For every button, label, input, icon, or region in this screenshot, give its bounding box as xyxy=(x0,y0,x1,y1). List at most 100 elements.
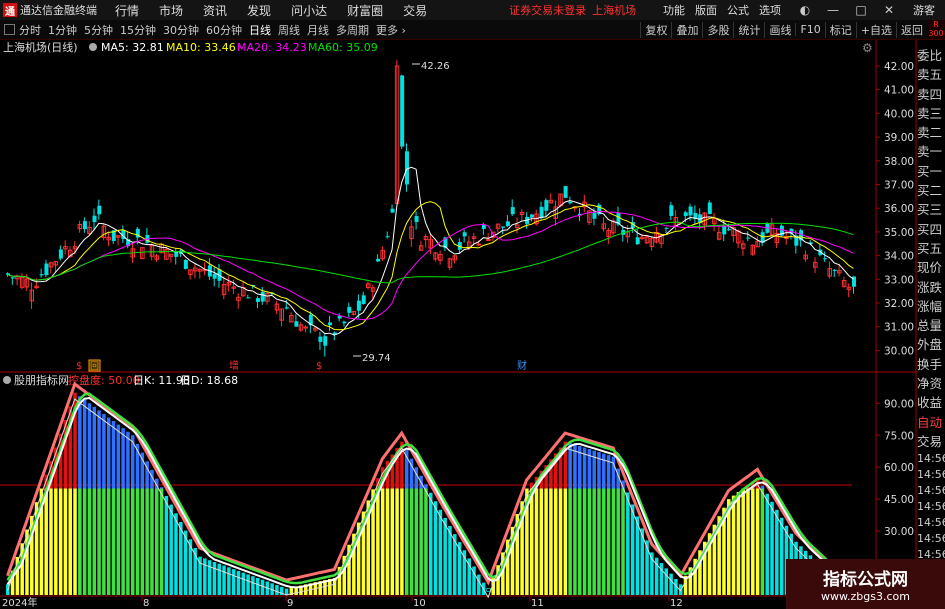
price-axis: 42.00 41.00 40.00 39.00 38.00 37.00 36.00 35.00… xyxy=(876,61,914,357)
date-label-sep: 9 xyxy=(287,598,293,609)
indicator-bar-lower xyxy=(390,488,395,595)
quote-field-9: 买四 xyxy=(917,221,943,237)
indicator-bar xyxy=(260,579,265,595)
indicator-bar xyxy=(775,509,779,595)
candle-body xyxy=(400,75,405,147)
quote-field-15: 外盘 xyxy=(917,337,943,353)
indicator-bar xyxy=(438,509,443,595)
indicator-bar xyxy=(630,504,635,595)
quote-field-7: 买二 xyxy=(917,183,943,199)
kline-chart[interactable]: 上海机场(日线) MA5: 32.81 MA10: 33.46 MA20: 34… xyxy=(0,0,945,609)
indicator-bar-lower xyxy=(140,488,145,595)
price-tick: 34.00 xyxy=(884,251,914,263)
indicator-bar-lower xyxy=(582,488,587,595)
indicator-bar-lower xyxy=(597,488,601,595)
indicator-bar-lower xyxy=(424,488,428,595)
event-marker-dividend[interactable]: $ xyxy=(76,361,82,372)
chart-settings-icon[interactable]: ⚙ xyxy=(862,41,873,55)
event-marker-increase[interactable]: 增 xyxy=(229,359,239,372)
quote-field-0: 委比 xyxy=(917,48,943,63)
candle-body xyxy=(746,237,751,239)
quote-field-5: 卖一 xyxy=(917,144,943,160)
indicator-bar-lower xyxy=(553,488,558,595)
indicator-bar xyxy=(174,513,178,595)
price-tick: 38.00 xyxy=(884,156,914,168)
candle-body xyxy=(707,202,712,214)
quote-field-17: 净资 xyxy=(917,376,943,392)
indicator-bar xyxy=(164,495,169,595)
indicator-bar xyxy=(765,493,769,595)
indicator-bar-upper xyxy=(82,399,87,489)
indicator-bar-lower xyxy=(587,488,592,595)
indicator-bar-lower xyxy=(155,488,159,595)
quote-field-13: 涨幅 xyxy=(917,298,943,314)
indicator-axis: 90.0075.0060.0045.0030.0015.00 xyxy=(876,398,914,570)
indicator-bar-lower xyxy=(44,488,48,595)
indicator-bar-lower xyxy=(135,488,140,595)
candle-body xyxy=(635,237,640,245)
candle-body xyxy=(246,297,251,299)
indicator-tick: 30.00 xyxy=(884,526,914,538)
indicator-bar-upper xyxy=(78,396,82,489)
indicator-bar xyxy=(169,504,173,595)
candle-body xyxy=(539,206,544,219)
indicator-bar-upper xyxy=(606,455,611,489)
indicator-bar-lower xyxy=(376,488,380,595)
indicator-bar-lower xyxy=(751,488,755,595)
indicator-bar-lower xyxy=(159,488,164,595)
candle-body xyxy=(303,326,309,329)
ma-settings-icon[interactable] xyxy=(89,43,97,51)
indicator-bar xyxy=(217,563,221,595)
indicator-bar-lower xyxy=(63,488,68,595)
candle-body xyxy=(390,208,395,213)
quote-field-12: 涨跌 xyxy=(917,279,943,295)
indicator-bar-lower xyxy=(106,488,111,595)
candle-body xyxy=(323,336,328,346)
indicator-bar xyxy=(255,577,260,595)
indicator-control-label: 控盘度: 50.00 xyxy=(68,373,140,387)
indicator-bar xyxy=(179,521,183,595)
indicator-tick: 60.00 xyxy=(884,462,914,474)
indicator-bar-lower xyxy=(73,488,77,595)
indicator-bar xyxy=(770,501,774,595)
quote-field-11: 现价 xyxy=(917,260,943,276)
candle-body xyxy=(10,277,15,279)
quote-field-4: 卖二 xyxy=(917,125,943,141)
date-label-2024: 2024年 xyxy=(2,596,37,609)
indicator-bar-lower xyxy=(116,488,121,595)
watermark-url: www.zbgs3.com xyxy=(821,590,910,603)
indicator-bar-upper xyxy=(611,456,616,489)
indicator-bar-upper xyxy=(97,410,101,489)
indicator-bar xyxy=(246,574,250,595)
indicator-bar-lower xyxy=(568,488,572,595)
indicator-bar xyxy=(736,492,741,595)
ma20-line xyxy=(7,210,854,321)
candle-body xyxy=(529,214,534,218)
candle-body xyxy=(356,300,361,311)
event-marker-finance[interactable]: 财 xyxy=(517,359,527,372)
indicator-bar-lower xyxy=(534,488,539,595)
tick-time-3: 14:56 xyxy=(917,500,945,514)
indicator-bar-small xyxy=(486,588,491,592)
candle-body xyxy=(342,321,347,324)
indicator-bar-lower xyxy=(121,488,125,595)
ma60-label: MA60: 35.09 xyxy=(308,41,378,54)
quote-tab-1[interactable]: 交易 xyxy=(917,432,945,451)
candle-body xyxy=(212,273,217,279)
indicator-bar-lower xyxy=(760,488,765,595)
price-tick: 32.00 xyxy=(884,298,914,310)
indicator-bar-lower xyxy=(755,488,760,595)
event-marker-buyback: 回 xyxy=(90,361,99,372)
indicator-settings-icon[interactable] xyxy=(3,376,11,384)
indicator-bar xyxy=(429,492,433,595)
date-label-dec: 12 xyxy=(670,598,683,609)
event-marker-dividend-2[interactable]: $ xyxy=(316,361,322,372)
candle-body xyxy=(183,259,188,269)
indicator-bar-lower xyxy=(87,488,92,595)
indicator-bar-upper xyxy=(414,467,419,489)
indicator-bar-lower xyxy=(92,488,97,595)
quote-field-8: 买三 xyxy=(917,202,943,218)
quote-tab-0[interactable]: 自动 xyxy=(917,413,945,432)
price-tick: 35.00 xyxy=(884,227,914,239)
indicator-bar xyxy=(626,492,630,595)
